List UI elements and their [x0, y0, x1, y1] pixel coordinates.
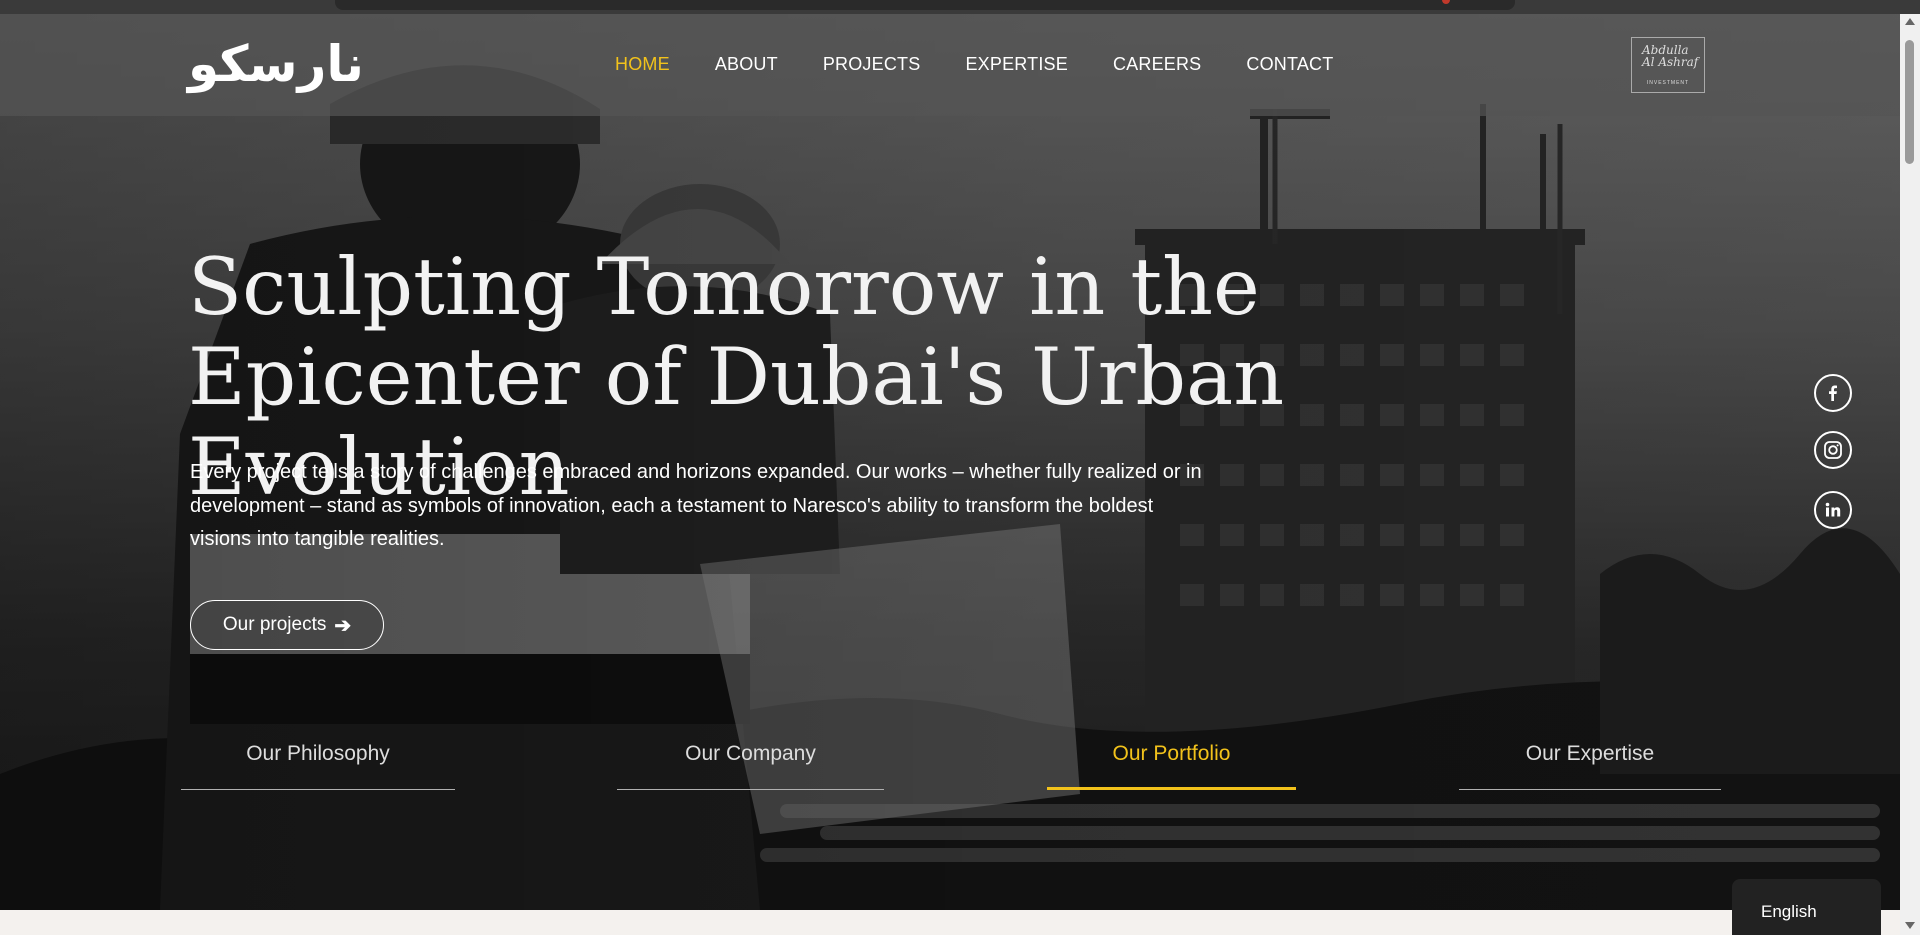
nav-item-about[interactable]: ABOUT — [715, 54, 778, 75]
partner-badge-logo[interactable]: Abdulla Al Ashraf INVESTMENT — [1631, 37, 1705, 93]
tab-label: Our Portfolio — [1112, 742, 1231, 765]
facebook-icon — [1829, 385, 1837, 401]
hero-lede: Every project tells a story of challenge… — [190, 461, 1202, 550]
instagram-link[interactable] — [1814, 431, 1852, 469]
scrollbar-thumb[interactable] — [1905, 40, 1914, 164]
scroll-down-icon[interactable] — [1905, 922, 1915, 929]
linkedin-icon — [1825, 502, 1841, 517]
nav-item-careers[interactable]: CAREERS — [1113, 54, 1201, 75]
site-logo[interactable]: نارسكو — [188, 36, 364, 92]
tab-label: Our Philosophy — [246, 742, 390, 765]
nav-item-projects[interactable]: PROJECTS — [823, 54, 921, 75]
tab-our-philosophy[interactable]: Our Philosophy — [181, 742, 455, 790]
cta-label: Our projects — [222, 614, 327, 635]
instagram-icon — [1824, 441, 1842, 459]
tab-our-portfolio[interactable]: Our Portfolio — [1047, 742, 1296, 790]
facebook-link[interactable] — [1814, 374, 1852, 412]
badge-signature: Abdulla Al Ashraf — [1642, 43, 1699, 69]
page-scrollbar[interactable] — [1900, 14, 1920, 935]
tab-label: Our Expertise — [1525, 742, 1655, 765]
language-switcher[interactable]: English — [1732, 879, 1881, 935]
badge-caption: INVESTMENT — [1646, 80, 1690, 86]
tab-our-company[interactable]: Our Company — [617, 742, 884, 790]
next-section-edge — [0, 910, 1900, 935]
site-header: نارسكو HOME ABOUT PROJECTS EXPERTISE CAR… — [0, 14, 1900, 116]
nav-item-contact[interactable]: CONTACT — [1246, 54, 1333, 75]
nav-item-home[interactable]: HOME — [615, 54, 670, 75]
tab-label: Our Company — [685, 742, 816, 765]
browser-address-bar[interactable] — [335, 0, 1515, 10]
browser-chrome-strip — [0, 0, 1920, 14]
scroll-up-icon[interactable] — [1905, 18, 1915, 25]
our-projects-button[interactable]: Our projects ➔ — [190, 600, 384, 650]
headline-line-1: Sculpting Tomorrow in the — [188, 241, 1260, 333]
tab-our-expertise[interactable]: Our Expertise — [1459, 742, 1721, 790]
arrow-right-icon: ➔ — [334, 614, 352, 637]
nav-item-expertise[interactable]: EXPERTISE — [965, 54, 1068, 75]
linkedin-link[interactable] — [1814, 491, 1852, 529]
main-nav: HOME ABOUT PROJECTS EXPERTISE CAREERS CO… — [615, 54, 1378, 75]
